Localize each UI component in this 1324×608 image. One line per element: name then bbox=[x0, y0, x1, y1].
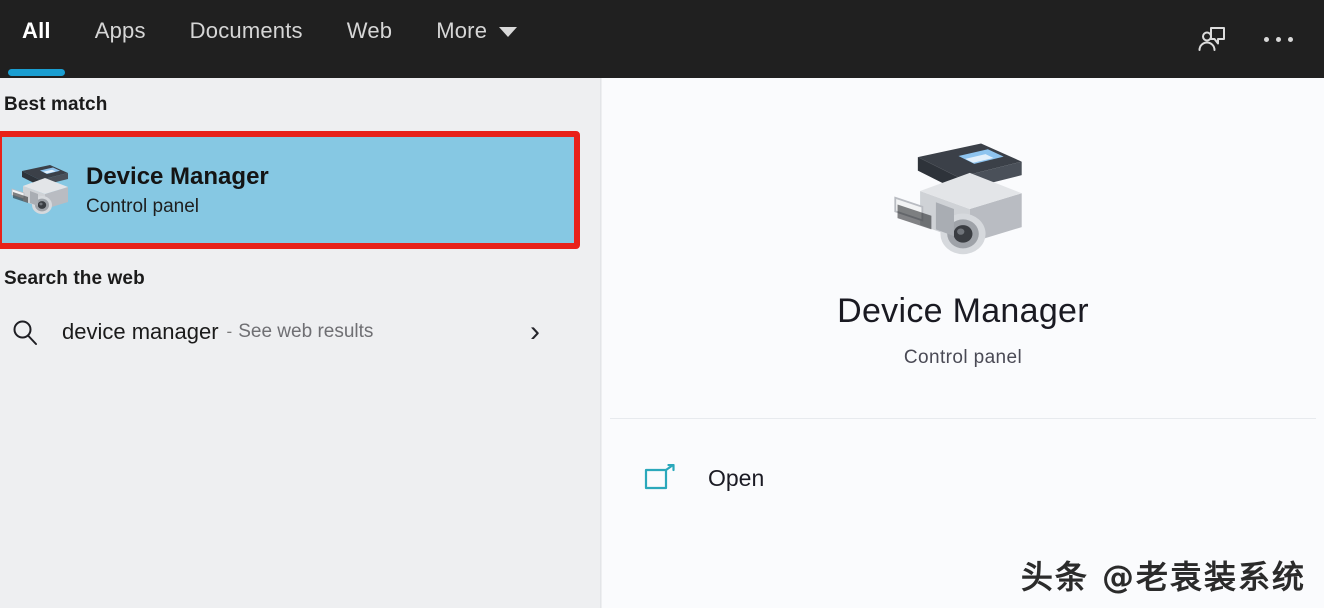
result-title: Device Manager bbox=[86, 162, 269, 190]
results-pane: Best match Device Manager Control panel … bbox=[0, 78, 601, 608]
tab-active-indicator bbox=[8, 69, 65, 76]
tab-more-label: More bbox=[436, 18, 488, 43]
result-subtitle: Control panel bbox=[86, 195, 200, 217]
windows-search-flyout: All Apps Documents Web More Best match D… bbox=[0, 0, 1324, 608]
tab-list: All Apps Documents Web More bbox=[0, 0, 539, 78]
tab-all-label: All bbox=[22, 18, 51, 43]
preview-pane: Device Manager Control panel Open bbox=[602, 78, 1324, 608]
tab-apps-label: Apps bbox=[94, 18, 146, 43]
feedback-button[interactable] bbox=[1184, 11, 1240, 67]
result-item-device-manager[interactable]: Device Manager Control panel bbox=[2, 137, 574, 243]
device-manager-icon bbox=[11, 165, 68, 214]
tab-more[interactable]: More bbox=[414, 0, 539, 78]
tab-documents[interactable]: Documents bbox=[168, 0, 325, 78]
preview-title: Device Manager bbox=[837, 291, 1089, 330]
web-search-result-row[interactable]: device manager - See web results › bbox=[0, 300, 580, 364]
chevron-right-icon: › bbox=[530, 315, 540, 348]
best-match-annotation-box: Device Manager Control panel bbox=[0, 131, 580, 249]
web-query-separator: - bbox=[226, 322, 233, 341]
preview-subtitle: Control panel bbox=[903, 346, 1023, 368]
search-the-web-header: Search the web bbox=[4, 268, 145, 289]
action-open-label: Open bbox=[708, 464, 765, 491]
tab-bar-actions bbox=[1184, 0, 1324, 78]
device-manager-icon bbox=[894, 143, 1022, 254]
best-match-header: Best match bbox=[4, 94, 108, 115]
chevron-down-icon bbox=[499, 27, 518, 37]
overflow-menu-button[interactable] bbox=[1250, 11, 1306, 67]
feedback-person-icon bbox=[1198, 27, 1225, 51]
tab-documents-label: Documents bbox=[189, 18, 303, 43]
result-text-block: Device Manager Control panel bbox=[86, 162, 269, 217]
see-web-results-label: See web results bbox=[238, 321, 374, 342]
tab-apps[interactable]: Apps bbox=[73, 0, 168, 78]
tab-all[interactable]: All bbox=[0, 0, 73, 78]
web-query-text: device manager bbox=[62, 319, 219, 344]
open-window-icon bbox=[642, 462, 678, 494]
tab-web-label: Web bbox=[346, 18, 393, 43]
preview-hero: Device Manager Control panel bbox=[602, 78, 1324, 418]
watermark-text: 头条 @老袁装系统 bbox=[1020, 558, 1306, 596]
action-open[interactable]: Open bbox=[642, 450, 764, 506]
ellipsis-icon bbox=[1263, 36, 1293, 42]
search-tab-bar: All Apps Documents Web More bbox=[0, 0, 1324, 78]
search-icon bbox=[2, 317, 48, 347]
preview-divider bbox=[610, 418, 1316, 419]
tab-web[interactable]: Web bbox=[325, 0, 414, 78]
